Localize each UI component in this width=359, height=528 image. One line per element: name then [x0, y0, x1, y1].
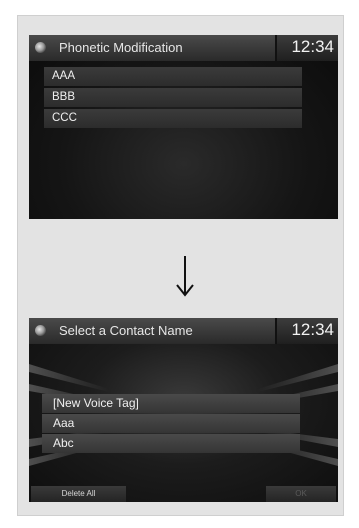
clock: 12:34 — [291, 37, 334, 56]
clock: 12:34 — [291, 320, 334, 339]
screen-header: Select a Contact Name 12:34 — [29, 318, 338, 344]
contact-name-list: [New Voice Tag] Aaa Abc — [42, 394, 300, 454]
list-item-ccc[interactable]: CCC — [44, 109, 302, 128]
list-item-aaa[interactable]: Aaa — [42, 414, 300, 433]
menu-orb-icon[interactable] — [35, 42, 46, 53]
list-item-new-voice-tag[interactable]: [New Voice Tag] — [42, 394, 300, 413]
ok-button[interactable]: OK — [266, 486, 336, 502]
select-contact-name-screen: Select a Contact Name 12:34 [New Voice T… — [29, 318, 338, 502]
screen-footer: Delete All OK — [29, 485, 338, 502]
arrow-down-icon — [176, 256, 194, 297]
delete-all-button[interactable]: Delete All — [31, 486, 126, 502]
phonetic-modification-screen: Phonetic Modification 12:34 AAA BBB CCC — [29, 35, 338, 219]
list-item-aaa[interactable]: AAA — [44, 67, 302, 86]
screen-title: Phonetic Modification — [59, 40, 183, 55]
screen-title: Select a Contact Name — [59, 323, 193, 338]
list-item-abc[interactable]: Abc — [42, 434, 300, 453]
name-list: AAA BBB CCC — [44, 67, 302, 130]
list-item-bbb[interactable]: BBB — [44, 88, 302, 107]
menu-orb-icon[interactable] — [35, 325, 46, 336]
screen-header: Phonetic Modification 12:34 — [29, 35, 338, 61]
